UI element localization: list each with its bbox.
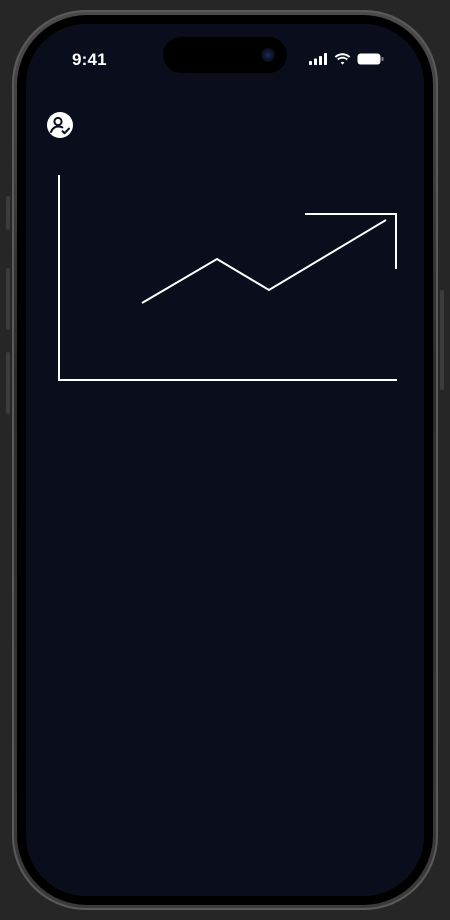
- action-button: [6, 196, 10, 230]
- phone-device: 9:41: [0, 0, 450, 920]
- power-button: [440, 290, 444, 390]
- app-screen: 9:41: [26, 24, 424, 896]
- volume-up-button: [6, 268, 10, 330]
- volume-down-button: [6, 352, 10, 414]
- trend-line: [141, 219, 387, 304]
- trending-up-chart-icon: [58, 175, 397, 381]
